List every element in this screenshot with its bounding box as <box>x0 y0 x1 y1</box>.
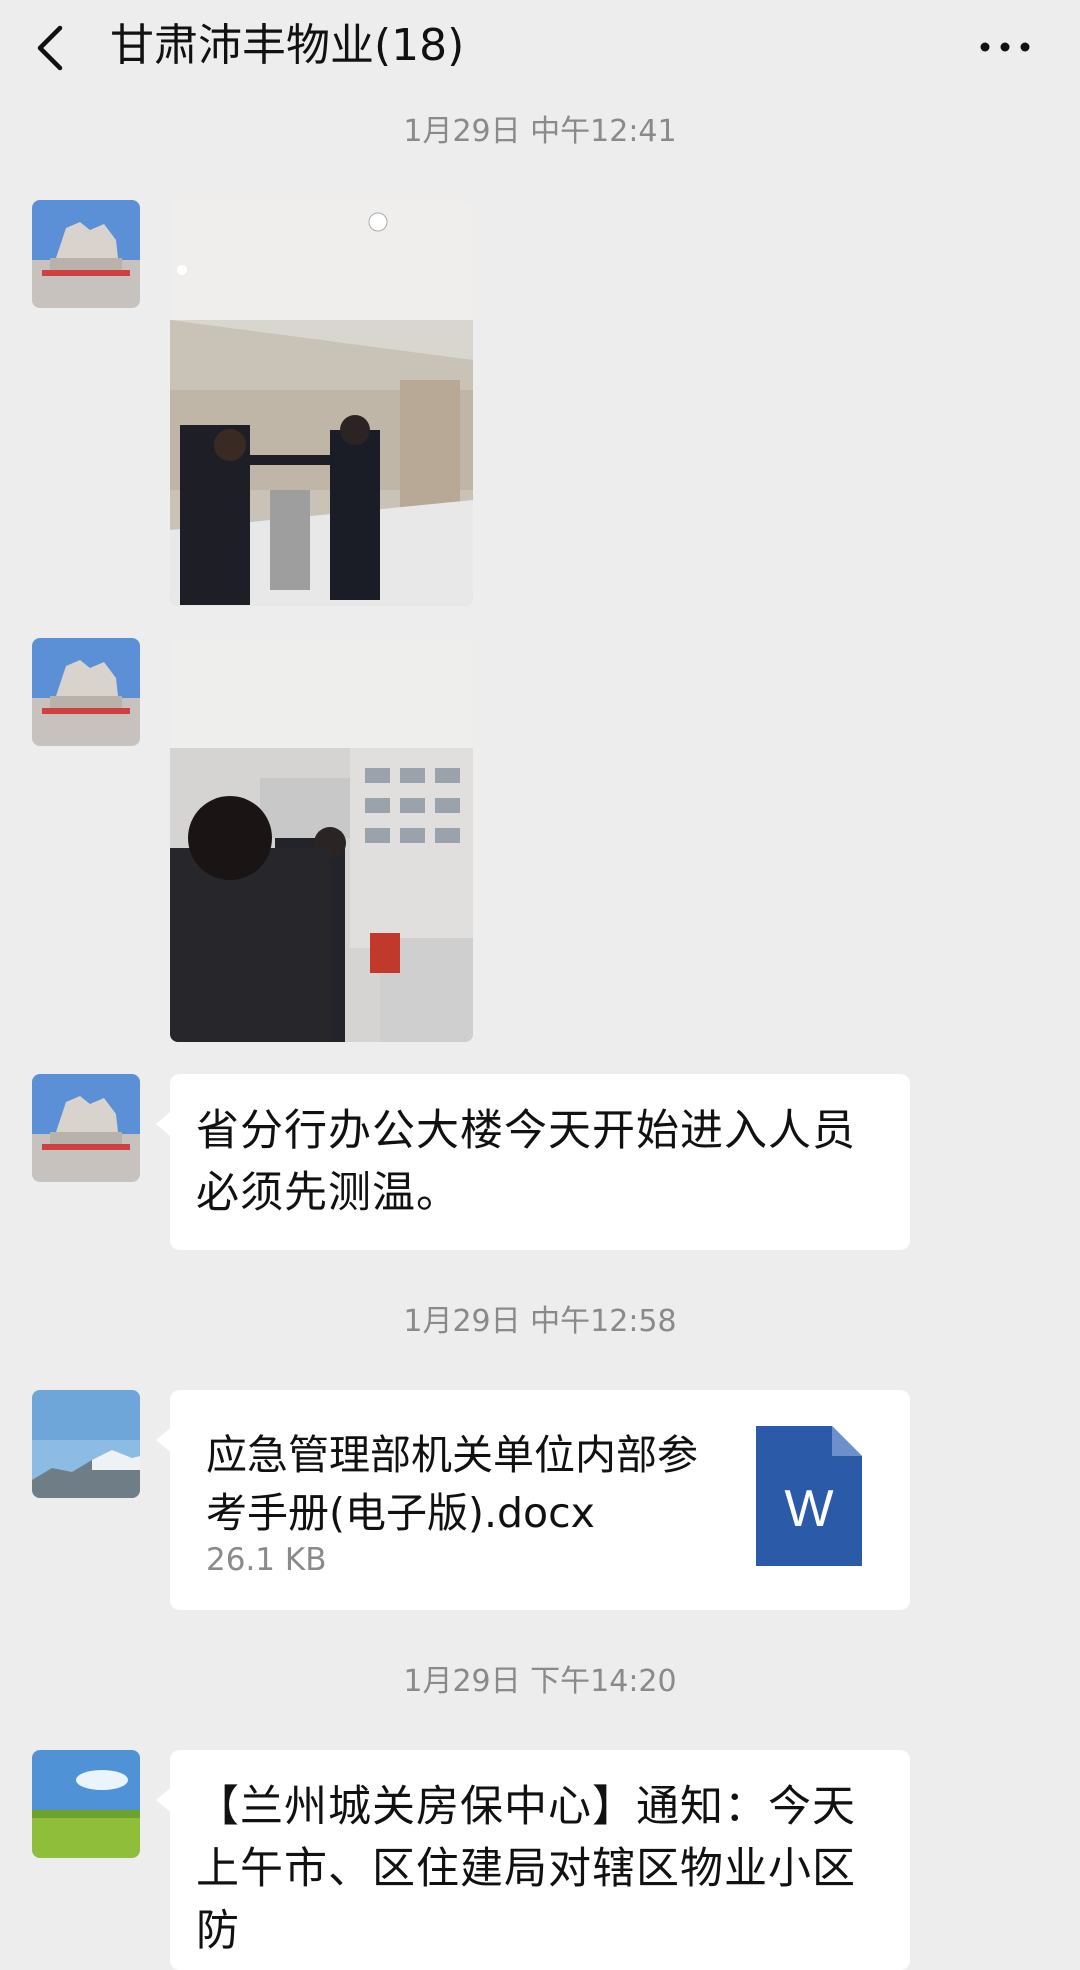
message-text: 省分行办公大楼今天开始进入人员必须先测温。 <box>196 1106 856 1218</box>
sender-avatar[interactable] <box>32 1750 140 1858</box>
message-bubble[interactable]: 省分行办公大楼今天开始进入人员必须先测温。 <box>156 1074 910 1250</box>
more-button[interactable] <box>975 22 1035 72</box>
chat-header: 甘肃沛丰物业(18) <box>0 0 1080 96</box>
file-size: 26.1 KB <box>206 1542 327 1578</box>
sender-avatar[interactable] <box>32 638 140 746</box>
word-icon-letter: W <box>784 1480 833 1538</box>
timestamp: 1月29日 下午14:20 <box>403 1664 677 1699</box>
sender-avatar[interactable] <box>32 1074 140 1182</box>
message-bubble[interactable]: 【兰州城关房保中心】通知：今天上午市、区住建局对辖区物业小区防 <box>156 1750 910 1970</box>
word-doc-icon: W <box>756 1426 862 1566</box>
sender-avatar[interactable] <box>32 200 140 308</box>
file-name: 应急管理部机关单位内部参考手册(电子版).docx <box>206 1431 698 1537</box>
sender-avatar[interactable] <box>32 1390 140 1498</box>
chevron-left-icon <box>37 25 63 71</box>
file-message-card[interactable]: 应急管理部机关单位内部参考手册(电子版).docx 26.1 KB W <box>156 1390 910 1610</box>
chat-title: 甘肃沛丰物业(18) <box>110 20 465 71</box>
message-image[interactable] <box>170 200 473 606</box>
timestamp: 1月29日 中午12:41 <box>403 114 677 149</box>
back-button[interactable] <box>30 18 80 78</box>
more-dots-icon <box>980 42 1030 52</box>
message-text: 【兰州城关房保中心】通知：今天上午市、区住建局对辖区物业小区防 <box>196 1782 856 1956</box>
timestamp: 1月29日 中午12:58 <box>403 1304 677 1339</box>
message-image[interactable] <box>170 638 473 1042</box>
